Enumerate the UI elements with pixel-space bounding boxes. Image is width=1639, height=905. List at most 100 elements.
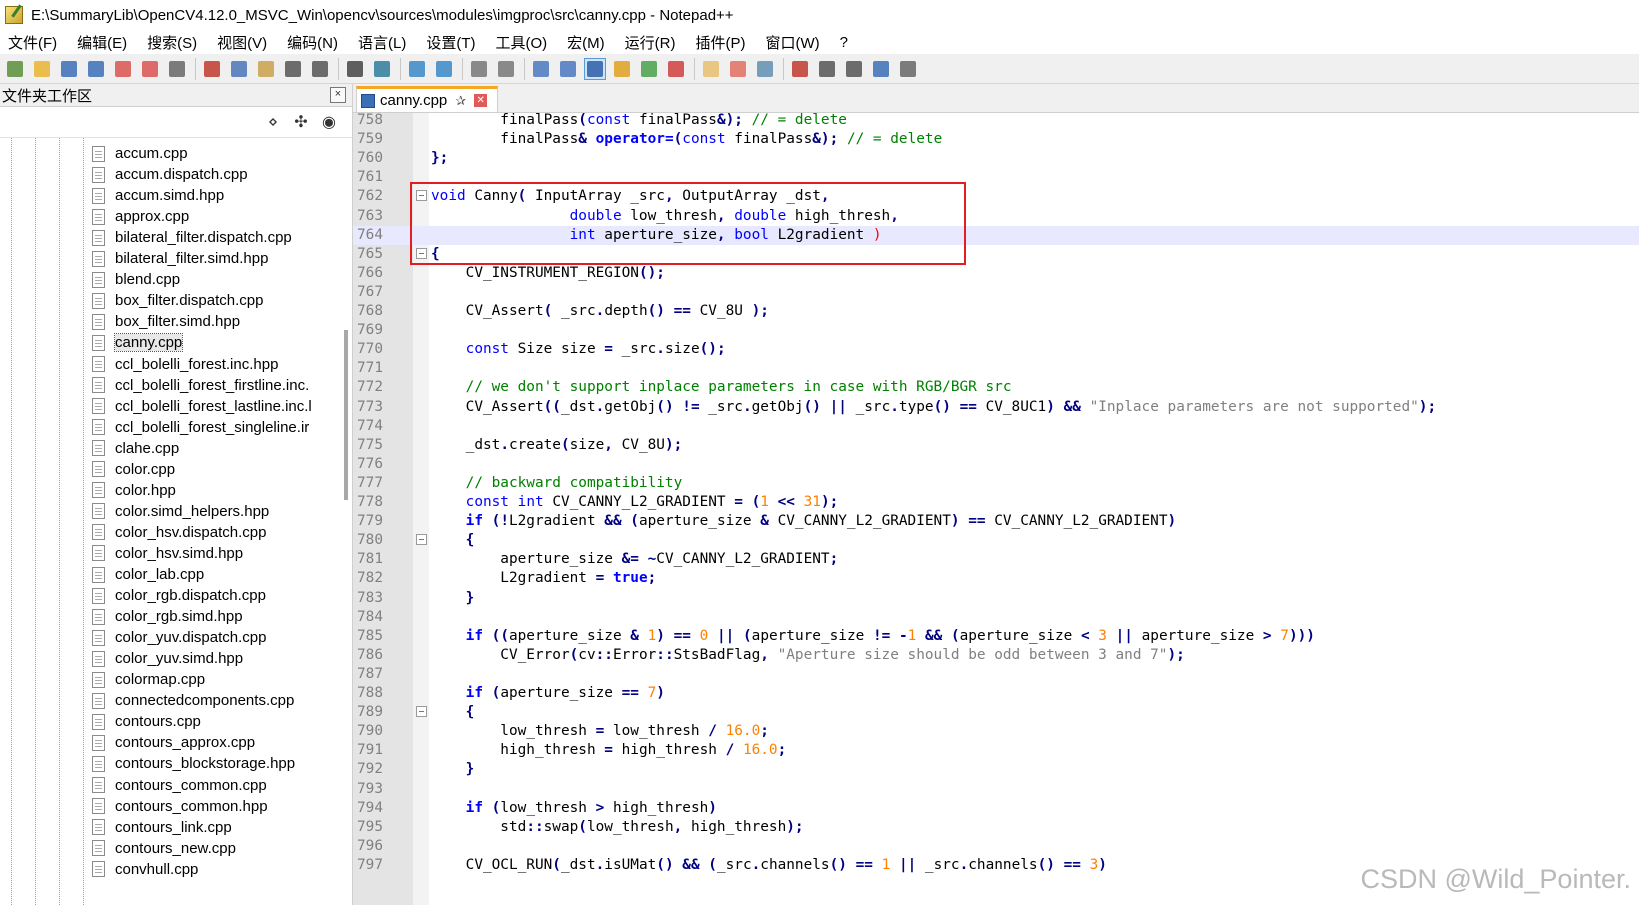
- code-line[interactable]: 783 }: [353, 589, 1639, 608]
- code-line[interactable]: 773 CV_Assert((_dst.getObj() != _src.get…: [353, 398, 1639, 417]
- pin-icon[interactable]: ✰: [455, 93, 466, 109]
- menu-item-12[interactable]: ?: [830, 34, 858, 51]
- tree-file-item[interactable]: ccl_bolelli_forest_firstline.inc.: [92, 375, 309, 396]
- code-line[interactable]: 780 {: [353, 531, 1639, 550]
- indent-guide-button[interactable]: [584, 57, 606, 80]
- code-line[interactable]: 788 if (aperture_size == 7): [353, 684, 1639, 703]
- doc-map-button[interactable]: [638, 58, 660, 80]
- locate-current-file-icon[interactable]: ◉: [320, 112, 338, 132]
- tree-file-item[interactable]: color.cpp: [92, 459, 175, 480]
- code-line[interactable]: 789 {: [353, 703, 1639, 722]
- tree-file-item[interactable]: contours_blockstorage.hpp: [92, 753, 295, 774]
- menu-item-11[interactable]: 窗口(W): [755, 32, 829, 53]
- tree-file-item[interactable]: ccl_bolelli_forest_singleline.ir: [92, 417, 309, 438]
- copy-button[interactable]: [228, 58, 250, 80]
- code-line[interactable]: 792 }: [353, 760, 1639, 779]
- code-line[interactable]: 769: [353, 321, 1639, 340]
- save-all-button[interactable]: [85, 58, 107, 80]
- tree-file-item[interactable]: contours_link.cpp: [92, 817, 232, 838]
- code-line[interactable]: 787: [353, 665, 1639, 684]
- menu-item-10[interactable]: 插件(P): [685, 32, 755, 53]
- code-line[interactable]: 791 high_thresh = high_thresh / 16.0;: [353, 741, 1639, 760]
- tree-file-item[interactable]: approx.cpp: [92, 206, 189, 227]
- folder-workspace-button[interactable]: [700, 58, 722, 80]
- code-line[interactable]: 760};: [353, 149, 1639, 168]
- code-line[interactable]: 779 if (!L2gradient && (aperture_size & …: [353, 512, 1639, 531]
- collapse-all-icon[interactable]: ⋄: [264, 112, 282, 132]
- code-line[interactable]: 776: [353, 455, 1639, 474]
- tree-file-item[interactable]: color_yuv.simd.hpp: [92, 648, 243, 669]
- code-line[interactable]: 771: [353, 359, 1639, 378]
- code-line[interactable]: 775 _dst.create(size, CV_8U);: [353, 436, 1639, 455]
- zoom-out-button[interactable]: [433, 58, 455, 80]
- code-line[interactable]: 785 if ((aperture_size & 1) == 0 || (ape…: [353, 627, 1639, 646]
- tree-file-item[interactable]: accum.dispatch.cpp: [92, 164, 248, 185]
- replace-button[interactable]: [371, 58, 393, 80]
- tree-file-item[interactable]: convhull.cpp: [92, 859, 198, 880]
- panel-scrollbar[interactable]: [341, 138, 351, 905]
- tree-file-item[interactable]: contours.cpp: [92, 711, 201, 732]
- fold-toggle-icon[interactable]: [416, 534, 427, 546]
- code-line[interactable]: 777 // backward compatibility: [353, 474, 1639, 493]
- menu-item-4[interactable]: 编码(N): [277, 32, 348, 53]
- paste-button[interactable]: [255, 58, 277, 80]
- record-macro-button[interactable]: [789, 58, 811, 80]
- code-line[interactable]: 766 CV_INSTRUMENT_REGION();: [353, 264, 1639, 283]
- tree-file-item[interactable]: contours_common.cpp: [92, 775, 267, 796]
- tree-file-item[interactable]: ccl_bolelli_forest.inc.hpp: [92, 354, 278, 375]
- cut-button[interactable]: [201, 58, 223, 80]
- code-line[interactable]: 784: [353, 608, 1639, 627]
- tab-close-icon[interactable]: ✕: [474, 94, 488, 107]
- save-macro-button[interactable]: [897, 58, 919, 80]
- tree-file-item[interactable]: box_filter.dispatch.cpp: [92, 290, 263, 311]
- open-file-button[interactable]: [31, 58, 53, 80]
- tree-file-item[interactable]: contours_approx.cpp: [92, 732, 255, 753]
- expand-all-icon[interactable]: ✣: [292, 112, 310, 132]
- menu-item-8[interactable]: 宏(M): [557, 32, 615, 53]
- tree-file-item[interactable]: contours_new.cpp: [92, 838, 236, 859]
- sync-vertical-button[interactable]: [468, 58, 490, 80]
- tree-file-item[interactable]: accum.cpp: [92, 143, 188, 164]
- tree-file-item[interactable]: colormap.cpp: [92, 669, 205, 690]
- code-line[interactable]: 774: [353, 417, 1639, 436]
- code-line[interactable]: 758 finalPass(const finalPass&); // = de…: [353, 113, 1639, 130]
- code-line[interactable]: 768 CV_Assert( _src.depth() == CV_8U );: [353, 302, 1639, 321]
- menu-item-6[interactable]: 设置(T): [416, 32, 485, 53]
- redo-button[interactable]: [309, 58, 331, 80]
- close-button[interactable]: [112, 58, 134, 80]
- tree-file-item[interactable]: color_hsv.dispatch.cpp: [92, 522, 266, 543]
- tree-file-item[interactable]: bilateral_filter.simd.hpp: [92, 248, 268, 269]
- code-line[interactable]: 782 L2gradient = true;: [353, 569, 1639, 588]
- fold-toggle-icon[interactable]: [416, 706, 427, 718]
- udl-button[interactable]: [611, 58, 633, 80]
- tree-file-item[interactable]: color_rgb.dispatch.cpp: [92, 585, 266, 606]
- code-line[interactable]: 796: [353, 837, 1639, 856]
- run-macro-multiple-button[interactable]: [870, 58, 892, 80]
- sync-horizontal-button[interactable]: [495, 58, 517, 80]
- tree-file-item[interactable]: color_lab.cpp: [92, 564, 204, 585]
- function-list-button[interactable]: [665, 58, 687, 80]
- code-line[interactable]: 772 // we don't support inplace paramete…: [353, 378, 1639, 397]
- code-line[interactable]: 759 finalPass& operator=(const finalPass…: [353, 130, 1639, 149]
- tree-file-item[interactable]: box_filter.simd.hpp: [92, 311, 240, 332]
- scrollbar-thumb[interactable]: [344, 330, 348, 500]
- menu-item-2[interactable]: 搜索(S): [137, 32, 207, 53]
- tree-file-item[interactable]: blend.cpp: [92, 269, 180, 290]
- tree-file-item[interactable]: color.hpp: [92, 480, 176, 501]
- menu-item-1[interactable]: 编辑(E): [67, 32, 137, 53]
- tree-file-item[interactable]: bilateral_filter.dispatch.cpp: [92, 227, 292, 248]
- find-button[interactable]: [344, 58, 366, 80]
- tree-file-item[interactable]: color_rgb.simd.hpp: [92, 606, 243, 627]
- tree-file-item[interactable]: contours_common.hpp: [92, 796, 268, 817]
- doc-switcher-button[interactable]: [727, 58, 749, 80]
- code-line[interactable]: 793: [353, 780, 1639, 799]
- menu-item-0[interactable]: 文件(F): [0, 32, 67, 53]
- tree-file-item[interactable]: clahe.cpp: [92, 438, 179, 459]
- menu-item-5[interactable]: 语言(L): [348, 32, 416, 53]
- code-line[interactable]: 781 aperture_size &= ~CV_CANNY_L2_GRADIE…: [353, 550, 1639, 569]
- save-button[interactable]: [58, 58, 80, 80]
- tab-canny-cpp[interactable]: canny.cpp ✰ ✕: [356, 86, 498, 112]
- stop-macro-button[interactable]: [816, 58, 838, 80]
- code-line[interactable]: 790 low_thresh = low_thresh / 16.0;: [353, 722, 1639, 741]
- code-line[interactable]: 767: [353, 283, 1639, 302]
